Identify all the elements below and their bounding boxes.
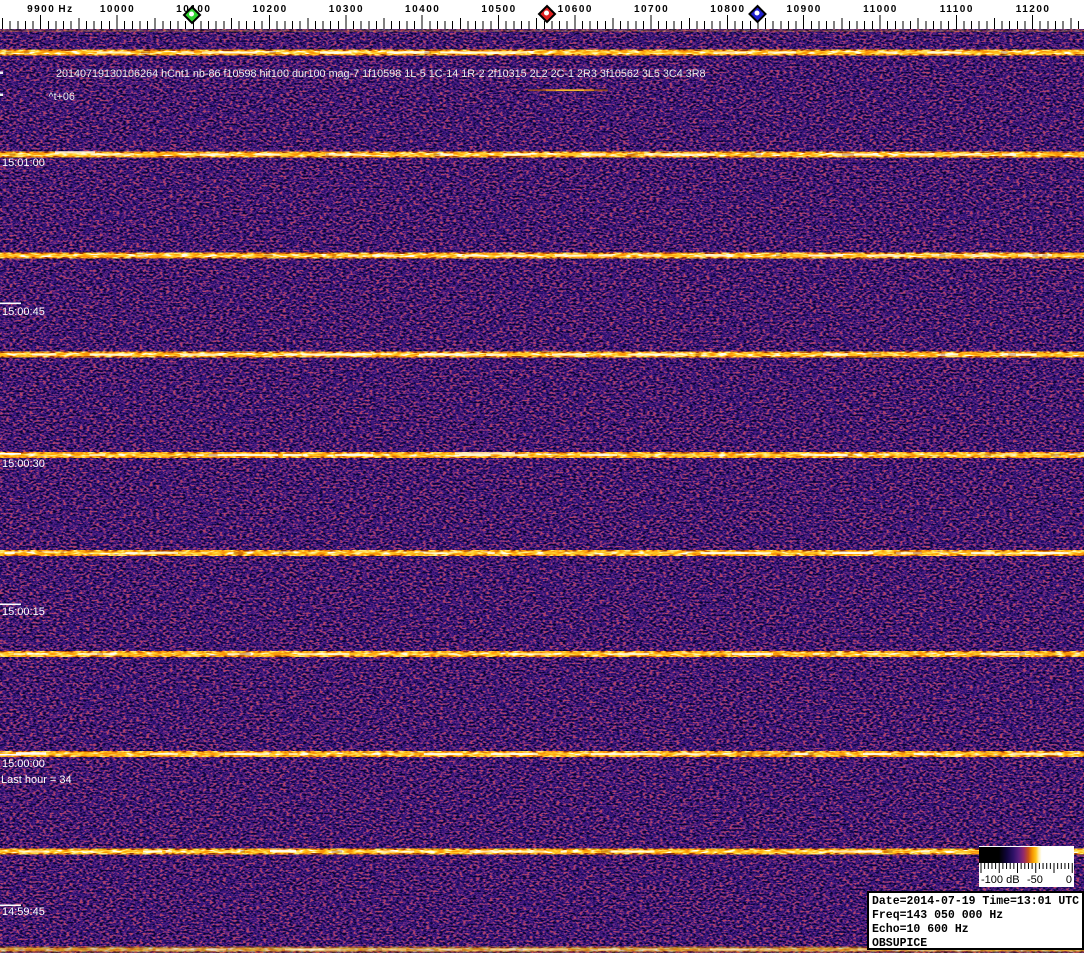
- svg-text:10500: 10500: [481, 4, 516, 15]
- svg-text:10400: 10400: [405, 4, 440, 15]
- svg-text:10300: 10300: [329, 4, 364, 15]
- svg-text:10700: 10700: [634, 4, 669, 15]
- svg-text:10200: 10200: [252, 4, 287, 15]
- svg-text:11200: 11200: [1016, 4, 1051, 15]
- svg-text:10900: 10900: [787, 4, 822, 15]
- svg-text:Hz: Hz: [58, 4, 73, 15]
- svg-text:11100: 11100: [940, 4, 974, 15]
- svg-text:9900: 9900: [27, 4, 55, 15]
- svg-text:10800: 10800: [710, 4, 745, 15]
- svg-text:10000: 10000: [100, 4, 135, 15]
- svg-text:11000: 11000: [863, 4, 898, 15]
- svg-text:10600: 10600: [558, 4, 593, 15]
